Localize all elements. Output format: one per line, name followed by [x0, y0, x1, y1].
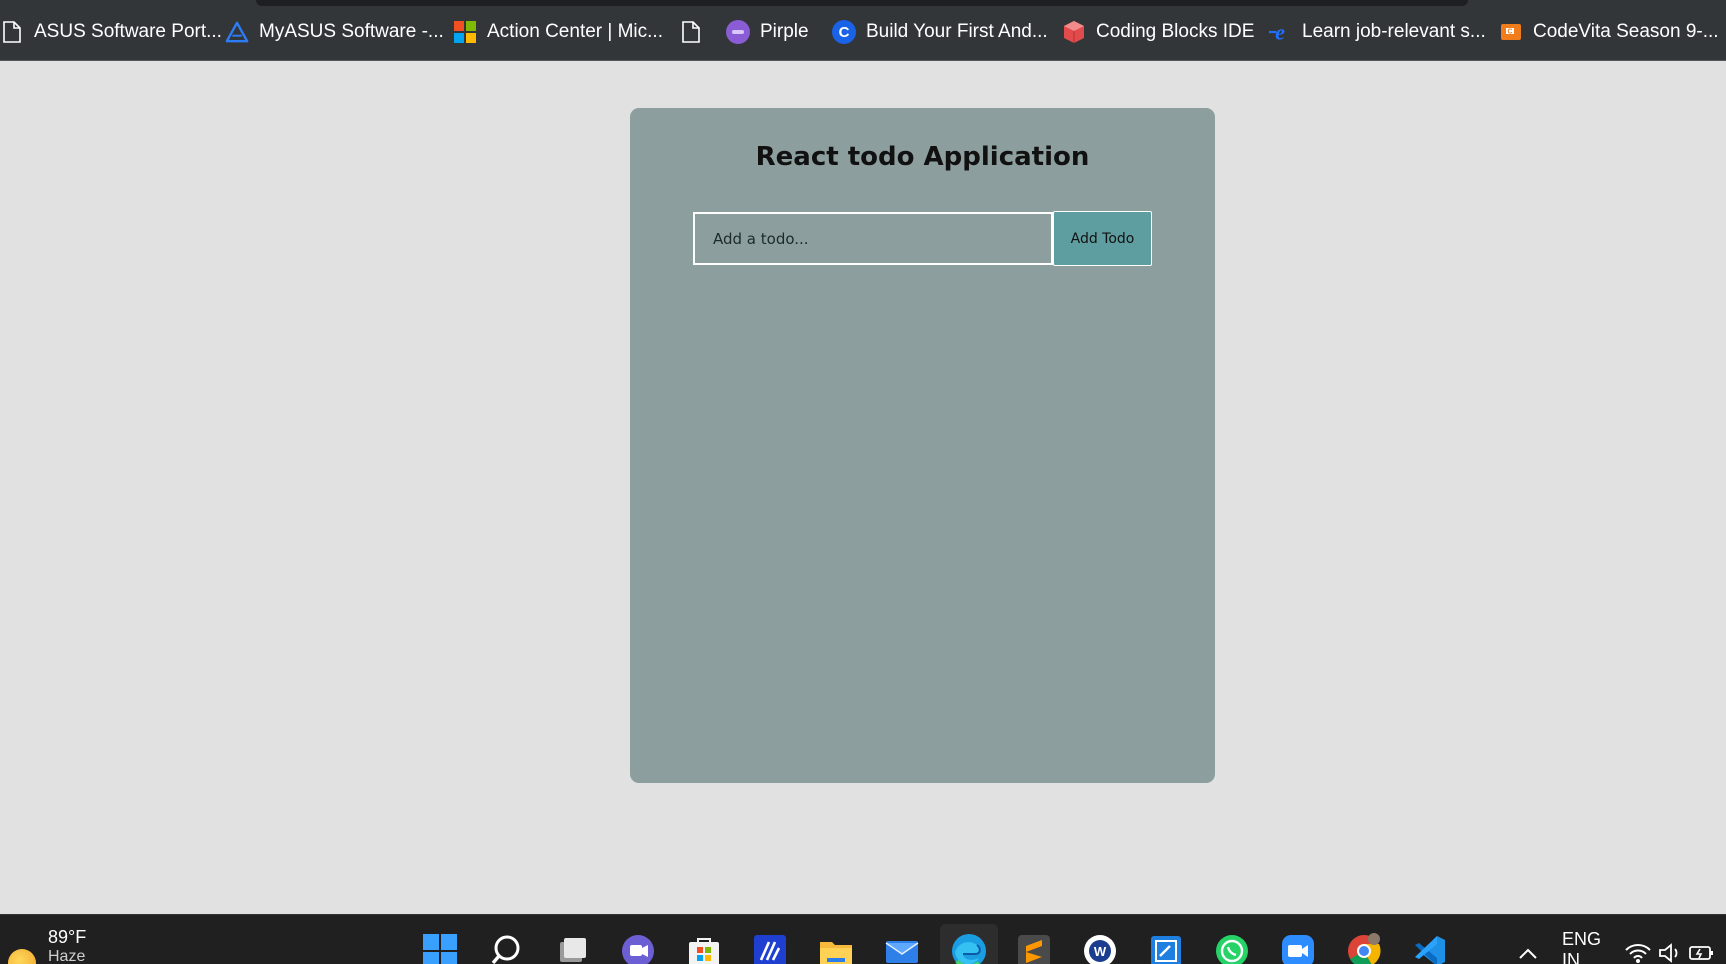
- bookmark-build-your-first[interactable]: C Build Your First And...: [832, 18, 1048, 46]
- whiteboard-icon[interactable]: [1148, 933, 1184, 964]
- codevita-icon: C: [1499, 20, 1523, 44]
- file-icon: [0, 20, 24, 44]
- weather-widget[interactable]: 89°F Haze: [8, 927, 86, 964]
- weather-condition: Haze: [48, 948, 86, 964]
- svg-text:e: e: [1275, 21, 1285, 43]
- bookmark-label: MyASUS Software -...: [259, 21, 444, 42]
- region-code: IN: [1562, 950, 1580, 964]
- bookmark-pirple[interactable]: Pirple: [726, 18, 809, 46]
- zoom-icon[interactable]: [1280, 933, 1316, 964]
- todo-app-card: [630, 108, 1215, 783]
- bookmark-label: Action Center | Mic...: [487, 21, 663, 42]
- microsoft-store-icon[interactable]: [686, 933, 722, 964]
- svg-text:C: C: [839, 24, 850, 41]
- sun-icon: [8, 949, 36, 964]
- bookmark-label: ASUS Software Port...: [34, 21, 222, 42]
- vscode-icon[interactable]: [1412, 933, 1448, 964]
- todo-input[interactable]: [693, 212, 1053, 265]
- build-icon: C: [832, 20, 856, 44]
- myasus-icon: [225, 20, 249, 44]
- coding-blocks-icon: [1062, 20, 1086, 44]
- tab-strip-edge: [256, 0, 1468, 6]
- sublime-text-icon[interactable]: [1016, 933, 1052, 964]
- bookmark-coding-blocks-ide[interactable]: Coding Blocks IDE: [1062, 18, 1254, 46]
- mail-icon[interactable]: [884, 933, 920, 964]
- bookmark-action-center[interactable]: Action Center | Mic...: [453, 18, 663, 46]
- task-view-icon[interactable]: [555, 933, 591, 964]
- bookmark-label: Learn job-relevant s...: [1302, 21, 1486, 42]
- myasus-app-icon[interactable]: [752, 933, 788, 964]
- whatsapp-icon[interactable]: [1214, 933, 1250, 964]
- bookmarks-bar: ASUS Software Port... MyASUS Software -.…: [0, 0, 1726, 61]
- battery-icon[interactable]: [1684, 935, 1720, 964]
- bookmark-label: Pirple: [760, 21, 809, 42]
- file-explorer-icon[interactable]: [818, 933, 854, 964]
- word-icon[interactable]: W: [1082, 933, 1118, 964]
- bookmark-untitled[interactable]: [679, 18, 703, 46]
- bookmark-learn-job-relevant[interactable]: e Learn job-relevant s...: [1268, 18, 1486, 46]
- microsoft-icon: [453, 20, 477, 44]
- edge-icon[interactable]: [951, 933, 987, 964]
- bookmark-label: CodeVita Season 9-...: [1533, 21, 1719, 42]
- volume-icon[interactable]: [1652, 935, 1688, 964]
- learn-icon: e: [1268, 20, 1292, 44]
- search-icon[interactable]: [490, 933, 526, 964]
- bookmark-label: Build Your First And...: [866, 21, 1048, 42]
- bookmark-label: Coding Blocks IDE: [1096, 21, 1255, 42]
- svg-text:C: C: [1507, 29, 1512, 36]
- bookmark-codevita[interactable]: C CodeVita Season 9-...: [1499, 18, 1719, 46]
- bookmark-asus-software-portal[interactable]: ASUS Software Port...: [0, 18, 222, 46]
- show-hidden-icons-chevron-icon[interactable]: [1510, 935, 1546, 964]
- language-code: ENG: [1562, 929, 1602, 949]
- add-todo-button[interactable]: Add Todo: [1053, 211, 1152, 266]
- chrome-icon[interactable]: [1346, 933, 1382, 964]
- taskbar: 89°F Haze W ENG IN: [0, 914, 1726, 964]
- start-icon[interactable]: [422, 933, 458, 964]
- app-title: React todo Application: [755, 142, 1090, 172]
- wifi-icon[interactable]: [1620, 935, 1656, 964]
- file-icon: [679, 20, 703, 44]
- teams-chat-icon[interactable]: [620, 933, 656, 964]
- pirple-icon: [726, 20, 750, 44]
- svg-text:W: W: [1094, 944, 1107, 959]
- weather-temperature: 89°F: [48, 927, 87, 947]
- input-language[interactable]: ENG IN: [1562, 929, 1601, 964]
- bookmark-myasus-software[interactable]: MyASUS Software -...: [225, 18, 444, 46]
